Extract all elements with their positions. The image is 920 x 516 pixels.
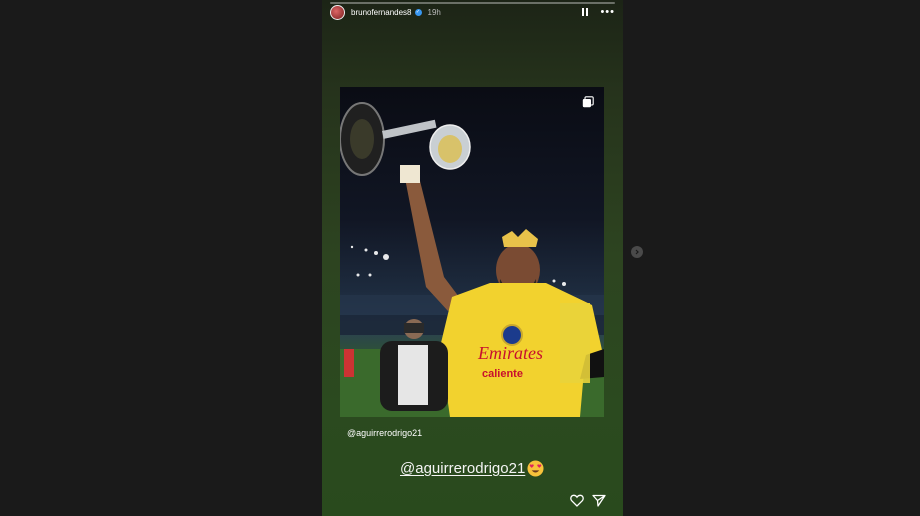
pause-icon[interactable]: [582, 8, 589, 16]
story-viewer[interactable]: brunofernandes8 ✓ 19h ••• Emirates calie…: [322, 0, 623, 516]
story-actions: [570, 494, 606, 507]
verified-badge-icon: ✓: [414, 8, 422, 16]
jersey-sponsor-2: caliente: [482, 368, 523, 380]
story-header: brunofernandes8 ✓ 19h •••: [330, 4, 615, 20]
jersey-sponsor-1: Emirates: [477, 343, 543, 363]
heart-eyes-emoji: [527, 460, 544, 477]
post-time: 19h: [427, 7, 441, 17]
story-photo: Emirates caliente: [340, 87, 604, 417]
more-options-icon[interactable]: •••: [600, 7, 615, 18]
next-arrow-icon: [635, 249, 639, 255]
multi-photo-icon: [582, 96, 594, 108]
photo-caption-tag[interactable]: @aguirrerodrigo21: [347, 428, 422, 438]
photo-scene: Emirates caliente: [340, 102, 604, 417]
avatar[interactable]: [330, 4, 345, 20]
mention-sticker[interactable]: @aguirrerodrigo21: [400, 460, 525, 477]
send-icon[interactable]: [592, 494, 606, 507]
heart-icon[interactable]: [570, 494, 584, 507]
username[interactable]: brunofernandes8: [351, 8, 412, 17]
next-story-button[interactable]: [631, 246, 643, 258]
